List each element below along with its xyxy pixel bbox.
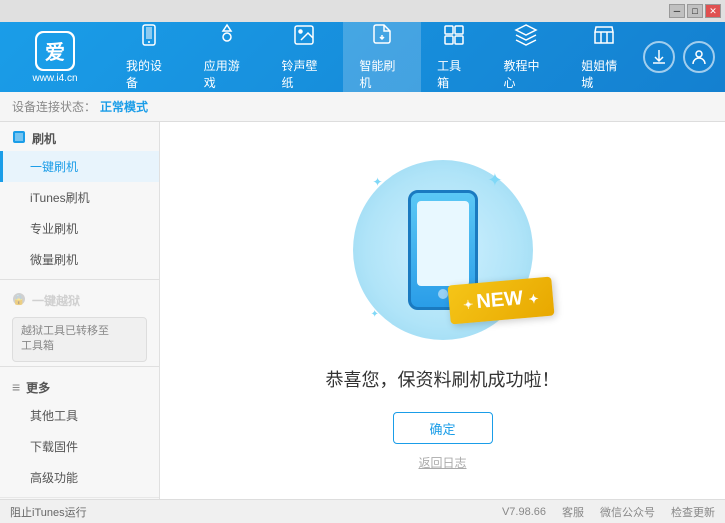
phone-screen <box>417 201 469 286</box>
flash-group-icon <box>12 130 26 147</box>
sparkle-3: ✦ <box>371 309 379 320</box>
bottom-bar-right: V7.98.66 客服 微信公众号 检查更新 <box>502 504 715 520</box>
sidebar-item-itunes-flash[interactable]: iTunes刷机 <box>0 182 159 213</box>
nav-wallpaper[interactable]: 铃声壁纸 <box>266 22 344 92</box>
wechat-official-link[interactable]: 微信公众号 <box>600 504 655 520</box>
other-tools-label: 其他工具 <box>30 409 78 423</box>
nav-tools-label: 工具箱 <box>437 57 471 91</box>
version-label: V7.98.66 <box>502 506 546 518</box>
svg-text:🔒: 🔒 <box>13 294 25 306</box>
sidebar-item-one-click-flash[interactable]: 一键刷机 <box>0 151 159 182</box>
close-button[interactable]: ✕ <box>705 4 721 18</box>
itunes-block-label: 阻止iTunes运行 <box>10 507 87 519</box>
logo-icon: 爱 <box>35 31 75 71</box>
content-area: ✦ ✦ ✦ NEW 恭喜您，保资料刷机成功啦！ 确定 返回日志 <box>160 122 725 499</box>
sidebar-group-jailbreak: 🔒 一键越狱 <box>0 284 159 313</box>
sidebar-group-flash[interactable]: 刷机 <box>0 122 159 151</box>
apps-icon <box>215 23 239 53</box>
customer-service-link[interactable]: 客服 <box>562 504 584 520</box>
new-badge: NEW <box>447 277 554 325</box>
nav-store[interactable]: 姐姐情城 <box>565 22 643 92</box>
flash-without-data-label: 微量刷机 <box>30 253 78 267</box>
status-label: 设备连接状态： <box>12 98 96 115</box>
jailbreak-group-label: 一键越狱 <box>32 292 80 309</box>
one-click-flash-label: 一键刷机 <box>30 160 78 174</box>
check-update-link[interactable]: 检查更新 <box>671 504 715 520</box>
window-controls: ─ □ ✕ <box>669 4 721 18</box>
header-right <box>643 41 725 73</box>
jailbreak-notice-text: 越狱工具已转移至工具箱 <box>21 325 109 352</box>
nav-smart-flash[interactable]: 智能刷机 <box>343 22 421 92</box>
success-illustration: ✦ ✦ ✦ NEW <box>343 150 543 350</box>
nav-my-device-label: 我的设备 <box>126 57 172 91</box>
logo-area: 爱 www.i4.cn <box>0 31 110 84</box>
sidebar-divider-1 <box>0 279 159 280</box>
nav-apps-label: 应用游戏 <box>204 57 250 91</box>
download-firmware-label: 下载固件 <box>30 440 78 454</box>
sidebar-item-flash-without-data[interactable]: 微量刷机 <box>0 244 159 275</box>
success-title: 恭喜您，保资料刷机成功啦！ <box>326 366 560 392</box>
sidebar-item-other-tools[interactable]: 其他工具 <box>0 400 159 431</box>
nav-tutorial-label: 教程中心 <box>503 57 549 91</box>
more-group-label: 更多 <box>26 379 50 396</box>
tools-icon <box>442 23 466 53</box>
more-group-icon: ≡ <box>12 379 20 395</box>
sidebar-item-pro-flash[interactable]: 专业刷机 <box>0 213 159 244</box>
sidebar-item-advanced[interactable]: 高级功能 <box>0 462 159 493</box>
flash-group-label: 刷机 <box>32 130 56 147</box>
my-device-icon <box>137 23 161 53</box>
logo-url: www.i4.cn <box>32 73 77 84</box>
pro-flash-label: 专业刷机 <box>30 222 78 236</box>
sparkle-2: ✦ <box>487 170 502 191</box>
sidebar: 刷机 一键刷机 iTunes刷机 专业刷机 微量刷机 🔒 一键越狱 越狱工具已转… <box>0 122 160 499</box>
status-bar: 设备连接状态： 正常模式 <box>0 92 725 122</box>
store-icon <box>592 23 616 53</box>
tutorial-icon <box>514 23 538 53</box>
sidebar-item-download-firmware[interactable]: 下载固件 <box>0 431 159 462</box>
circle-background: ✦ ✦ ✦ NEW <box>353 160 533 340</box>
header: 爱 www.i4.cn 我的设备 应用游戏 铃声壁纸 <box>0 22 725 92</box>
nav-apps[interactable]: 应用游戏 <box>188 22 266 92</box>
nav-bar: 我的设备 应用游戏 铃声壁纸 智能刷机 工具箱 <box>110 22 643 92</box>
sidebar-divider-2 <box>0 366 159 367</box>
minimize-button[interactable]: ─ <box>669 4 685 18</box>
wallpaper-icon <box>292 23 316 53</box>
download-button[interactable] <box>643 41 675 73</box>
sparkle-1: ✦ <box>373 175 383 189</box>
nav-tutorial[interactable]: 教程中心 <box>487 22 565 92</box>
bottom-bar: 阻止iTunes运行 V7.98.66 客服 微信公众号 检查更新 <box>0 499 725 523</box>
nav-smart-flash-label: 智能刷机 <box>359 57 405 91</box>
home-link[interactable]: 返回日志 <box>418 454 466 471</box>
nav-my-device[interactable]: 我的设备 <box>110 22 188 92</box>
user-button[interactable] <box>683 41 715 73</box>
smart-flash-icon <box>370 23 394 53</box>
status-value: 正常模式 <box>100 98 148 115</box>
confirm-button-label: 确定 <box>429 419 455 438</box>
nav-store-label: 姐姐情城 <box>581 57 627 91</box>
sidebar-group-more[interactable]: ≡ 更多 <box>0 371 159 400</box>
svg-text:爱: 爱 <box>45 41 65 64</box>
main-layout: 刷机 一键刷机 iTunes刷机 专业刷机 微量刷机 🔒 一键越狱 越狱工具已转… <box>0 122 725 499</box>
confirm-button[interactable]: 确定 <box>393 412 493 444</box>
new-badge-text: NEW <box>475 287 523 313</box>
bottom-bar-left: 阻止iTunes运行 <box>10 504 502 520</box>
jailbreak-notice: 越狱工具已转移至工具箱 <box>12 317 147 362</box>
jailbreak-group-icon: 🔒 <box>12 292 26 309</box>
nav-wallpaper-label: 铃声壁纸 <box>282 57 328 91</box>
advanced-label: 高级功能 <box>30 471 78 485</box>
title-bar: ─ □ ✕ <box>0 0 725 22</box>
phone-home-button <box>438 289 448 299</box>
sidebar-divider-3 <box>0 497 159 498</box>
nav-tools[interactable]: 工具箱 <box>421 22 487 92</box>
itunes-flash-label: iTunes刷机 <box>30 191 90 205</box>
restore-button[interactable]: □ <box>687 4 703 18</box>
